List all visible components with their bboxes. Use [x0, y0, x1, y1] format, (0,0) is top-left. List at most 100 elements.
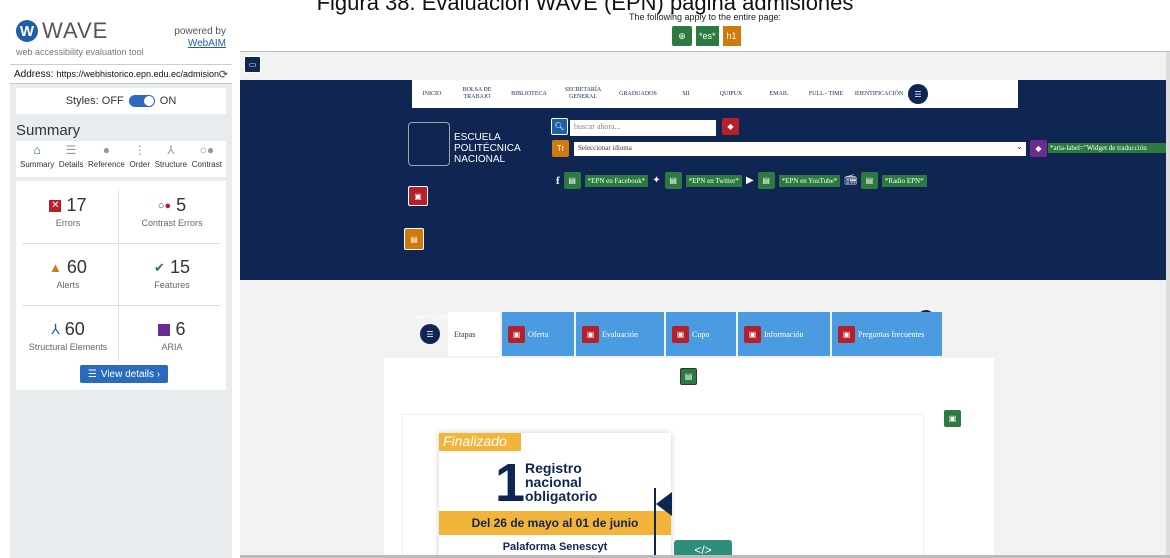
- twitter-icon[interactable]: ✦: [652, 175, 660, 186]
- language-globe-icon[interactable]: ⊕: [672, 26, 692, 46]
- summary-panel: ✕ 17 Errors ○● 5 Contrast Errors ▲ 60 Alert…: [16, 181, 226, 390]
- feature-icon: ✔: [154, 259, 165, 275]
- evaluated-site: ▭ INICIO BOLSA DE TRABAJO BIBLIOTECA SEC…: [240, 52, 1170, 558]
- tab-informacion[interactable]: ▣ Información: [738, 312, 830, 356]
- stat-features: ✔ 15 Features: [154, 257, 190, 290]
- nav-item[interactable]: SII: [666, 91, 706, 98]
- list-icon: ☰: [65, 143, 77, 157]
- nav-item[interactable]: IDENTIFICACIÓN: [850, 91, 908, 98]
- styles-on-label: ON: [159, 95, 177, 107]
- aria-tag-icon[interactable]: ◆: [1030, 140, 1047, 157]
- stat-structural: ⅄ 60 Structural Elements: [28, 319, 108, 352]
- social-links: f ▤ *EPN en Facebook* ✦ ▤ *EPN en Twitte…: [556, 172, 927, 189]
- stage-card-image: Finalizado 1 Registro nacional obligator…: [439, 433, 671, 558]
- tab-cupo[interactable]: ▣ Cupo: [666, 312, 736, 356]
- stat-alerts: ▲ 60 Alerts: [49, 257, 87, 290]
- tab-structure[interactable]: ⅄ Structure: [155, 143, 187, 175]
- lang-tag[interactable]: *es*: [696, 26, 719, 46]
- radio-icon[interactable]: 📻︎: [844, 175, 857, 186]
- language-select[interactable]: Seleccionar idioma: [574, 142, 1026, 156]
- stat-contrast-errors: ○● 5 Contrast Errors: [141, 195, 203, 228]
- link-feature-icon[interactable]: ▤: [757, 172, 775, 189]
- info-icon: ●: [102, 143, 111, 157]
- address-input[interactable]: https://webhistorico.epn.edu.ec/admision…: [56, 69, 218, 79]
- error-label-icon[interactable]: ◆: [722, 118, 739, 135]
- nav-item[interactable]: QUIPUX: [706, 91, 756, 98]
- nav-item[interactable]: BIBLIOTECA: [502, 91, 556, 98]
- error-icon: ▣: [838, 325, 855, 343]
- aria-label-tag[interactable]: *aria-label="Widget de traducción: [1048, 143, 1170, 153]
- address-label: Address:: [14, 68, 54, 80]
- wave-sidebar: W WAVE web accessibility evaluation tool…: [10, 14, 232, 558]
- epn-crest-icon: [408, 122, 450, 166]
- address-bar: Address: https://webhistorico.epn.edu.ec…: [10, 64, 232, 84]
- error-icon: ▣: [508, 325, 525, 343]
- youtube-icon[interactable]: ▶: [746, 175, 754, 186]
- link-feature-icon[interactable]: ▤: [563, 172, 581, 189]
- alert-select-icon[interactable]: Tr: [552, 140, 569, 157]
- aria-icon: [158, 323, 171, 336]
- facebook-icon[interactable]: f: [556, 175, 560, 187]
- flag-icon: [656, 492, 672, 516]
- chevron-down-icon: ⌄: [1016, 142, 1023, 151]
- stat-errors: ✕ 17 Errors: [49, 195, 87, 228]
- styles-toggle-row: Styles: OFF ON: [16, 88, 226, 114]
- tab-content: ▤ ▣ Finalizado 1 Registro nacional oblig…: [384, 358, 994, 558]
- stage-platform: Palaforma Senescyt: [502, 541, 608, 553]
- tab-details[interactable]: ☰ Details: [59, 143, 83, 175]
- list-icon[interactable]: ☰: [420, 324, 440, 344]
- home-icon: ⌂: [33, 143, 41, 157]
- tab-contrast[interactable]: ○● Contrast: [192, 143, 222, 175]
- stage-status: Finalizado: [439, 433, 521, 451]
- wave-name: WAVE: [42, 18, 109, 43]
- wave-logo-icon: W: [16, 20, 38, 42]
- youtube-link-label[interactable]: *EPN en YouTube*: [778, 174, 841, 187]
- reload-icon[interactable]: ⟳: [219, 68, 228, 81]
- tab-order[interactable]: ⋮ Order: [130, 143, 150, 175]
- styles-off-label: Styles: OFF: [65, 95, 124, 107]
- tab-summary[interactable]: ⌂ Summary: [20, 143, 54, 175]
- wave-brand: W WAVE web accessibility evaluation tool…: [10, 14, 232, 64]
- tab-evaluacion[interactable]: ▣ Evaluación: [576, 312, 664, 356]
- view-details-button[interactable]: ☰ View details ›: [80, 365, 168, 383]
- feature-icon[interactable]: ▤: [680, 368, 697, 385]
- stat-aria: 6 ARIA: [120, 319, 224, 352]
- document-icon[interactable]: ▭: [244, 56, 261, 73]
- error-image-icon[interactable]: ▣: [408, 186, 428, 206]
- summary-tabs: ⌂ Summary ☰ Details ● Reference ⋮ Order ⅄ Str…: [16, 141, 226, 177]
- image-feature-icon[interactable]: ▣: [944, 410, 961, 427]
- h1-tag[interactable]: h1: [722, 26, 741, 46]
- error-icon: ✕: [49, 199, 62, 212]
- nav-item[interactable]: INICIO: [412, 91, 452, 98]
- contrast-error-icon: ○●: [157, 199, 172, 212]
- tab-preguntas[interactable]: ▣ Preguntas frecuentes: [832, 312, 942, 356]
- nav-item[interactable]: BOLSA DE TRABAJO: [452, 87, 502, 101]
- nav-item[interactable]: SECRETARÍA GENERAL: [556, 87, 610, 101]
- list-icon[interactable]: ☰: [908, 84, 928, 104]
- tab-reference[interactable]: ● Reference: [88, 143, 125, 175]
- radio-link-label[interactable]: *Radio EPN*: [881, 174, 927, 187]
- stage-number: 1: [495, 453, 526, 513]
- tab-etapas[interactable]: Etapas: [448, 312, 500, 356]
- search-input[interactable]: buscar ahora...: [570, 120, 716, 136]
- styles-toggle[interactable]: [128, 95, 155, 107]
- nav-item[interactable]: FULL - TIME: [802, 91, 850, 98]
- wave-tagline: web accessibility evaluation tool: [16, 47, 144, 57]
- error-icon: ▣: [672, 325, 689, 343]
- school-name: ESCUELA POLITÉCNICA NACIONAL: [454, 132, 521, 165]
- twitter-link-label[interactable]: *EPN en Twitter*: [685, 174, 742, 187]
- stage-dates: Del 26 de mayo al 01 de junio: [439, 511, 671, 535]
- list-icon: ☰: [87, 368, 97, 380]
- nav-item[interactable]: GRADUADOS: [610, 91, 666, 98]
- facebook-link-label[interactable]: *EPN en Facebook*: [584, 174, 649, 187]
- search-icon[interactable]: 🔍︎: [551, 118, 568, 135]
- nav-item[interactable]: EMAIL: [756, 91, 802, 98]
- webaim-link[interactable]: WebAIM: [174, 38, 226, 50]
- tab-oferta[interactable]: ▣ Oferta: [502, 312, 574, 356]
- alert-icon[interactable]: ▤: [404, 228, 424, 250]
- stage-title: Registro nacional obligatorio: [525, 460, 598, 504]
- link-feature-icon[interactable]: ▤: [860, 172, 878, 189]
- vertical-scrollbar[interactable]: [1166, 52, 1170, 558]
- admission-tabs: ☰ Etapas ▣ Oferta ▣ Evaluación ▣ Cupo ▣ Info…: [420, 312, 988, 356]
- link-feature-icon[interactable]: ▤: [664, 172, 682, 189]
